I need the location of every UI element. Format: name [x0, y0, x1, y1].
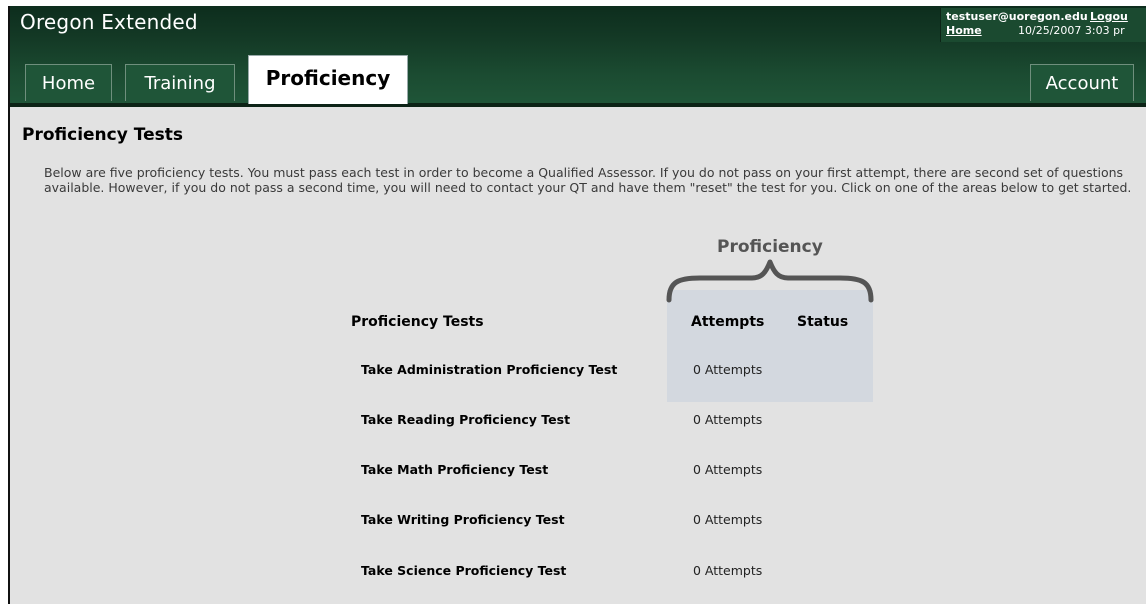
column-header-tests: Proficiency Tests	[351, 314, 484, 330]
test-link-writing[interactable]: Take Writing Proficiency Test	[361, 512, 565, 527]
user-info-box: testuser@uoregon.edu Logou Home 10/25/20…	[940, 8, 1146, 42]
tab-home[interactable]: Home	[25, 64, 112, 101]
test-link-administration[interactable]: Take Administration Proficiency Test	[361, 362, 617, 377]
test-link-reading[interactable]: Take Reading Proficiency Test	[361, 412, 570, 427]
intro-text: Below are five proficiency tests. You mu…	[44, 165, 1132, 195]
proficiency-group-heading: Proficiency	[717, 237, 823, 257]
tab-proficiency[interactable]: Proficiency	[248, 55, 408, 104]
page-title: Proficiency Tests	[22, 125, 183, 145]
attempts-writing: 0 Attempts	[693, 512, 763, 527]
attempts-administration: 0 Attempts	[693, 362, 763, 377]
current-datetime: 10/25/2007 3:03 pr	[1018, 24, 1125, 37]
brace-icon	[666, 259, 874, 303]
test-link-math[interactable]: Take Math Proficiency Test	[361, 462, 548, 477]
column-header-attempts: Attempts	[691, 314, 765, 330]
attempts-math: 0 Attempts	[693, 462, 763, 477]
attempts-science: 0 Attempts	[693, 563, 763, 578]
tab-training[interactable]: Training	[125, 64, 235, 101]
logout-link[interactable]: Logou	[1090, 10, 1128, 24]
attempts-reading: 0 Attempts	[693, 412, 763, 427]
column-header-status: Status	[797, 314, 849, 330]
tab-account[interactable]: Account	[1030, 64, 1134, 101]
test-link-science[interactable]: Take Science Proficiency Test	[361, 563, 566, 578]
user-email: testuser@uoregon.edu	[946, 10, 1088, 23]
window-frame-left	[0, 0, 8, 604]
home-link[interactable]: Home	[946, 24, 982, 38]
app-title: Oregon Extended	[20, 10, 198, 34]
